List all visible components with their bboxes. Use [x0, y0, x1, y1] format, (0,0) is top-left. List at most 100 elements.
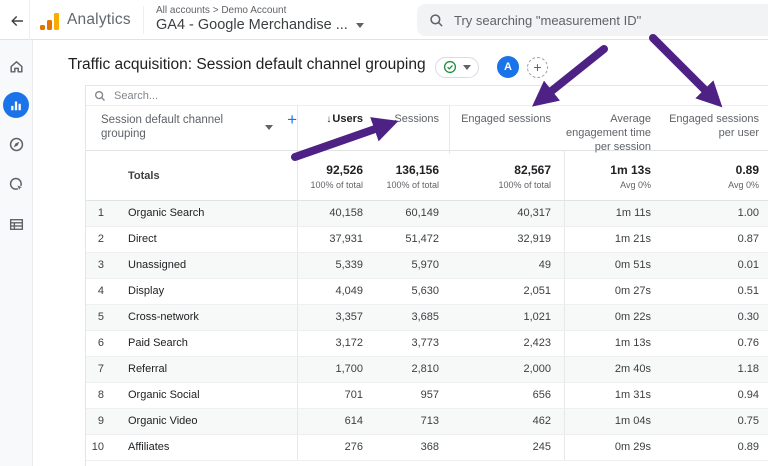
row-users: 701 [297, 383, 373, 408]
row-engaged-sessions: 2,000 [523, 363, 551, 375]
row-engaged-sessions: 462 [532, 415, 551, 427]
table-row[interactable]: 3 Unassigned 5,339 5,970 49 0m 51s 0.01 [86, 253, 768, 279]
report-content: Traffic acquisition: Session default cha… [33, 40, 768, 466]
table-row[interactable]: 9 Organic Video 614 713 462 1m 04s 0.75 [86, 409, 768, 435]
totals-sessions: 136,156 100% of total [386, 163, 439, 190]
row-sessions: 5,970 [411, 259, 439, 271]
check-circle-icon [443, 60, 457, 74]
add-comparison-button[interactable]: + [527, 56, 548, 78]
row-channel: Cross-network [128, 311, 199, 323]
row-engaged-sessions: 49 [538, 259, 551, 271]
row-rank: 4 [97, 285, 104, 297]
row-channel: Organic Search [128, 207, 205, 219]
row-rank: 10 [91, 441, 104, 453]
row-rank: 9 [97, 415, 104, 427]
row-channel: Organic Social [128, 389, 200, 401]
sidebar-item-advertising[interactable] [2, 170, 30, 198]
data-quality-badge[interactable] [435, 56, 479, 78]
column-header-engaged-sessions[interactable]: Engaged sessions [449, 106, 564, 154]
row-users: 3,357 [297, 305, 373, 330]
row-sessions: 3,685 [411, 311, 439, 323]
search-icon [94, 90, 105, 101]
explore-icon [9, 137, 23, 151]
search-icon [430, 13, 443, 27]
row-users: 4,049 [297, 279, 373, 304]
row-avg-engagement-time: 0m 51s [564, 253, 664, 278]
row-channel: Unassigned [128, 259, 187, 271]
row-rank: 7 [97, 363, 104, 375]
account-selector[interactable]: GA4 - Google Merchandise ... [156, 17, 364, 33]
advertising-icon [9, 177, 24, 192]
sidebar-item-home[interactable] [2, 52, 30, 80]
row-engaged-sessions: 40,317 [517, 207, 551, 219]
column-header-engaged-sessions-per-user[interactable]: Engaged sessions per user [664, 106, 768, 154]
row-users: 3,172 [297, 331, 373, 356]
analytics-logo-icon[interactable] [40, 13, 60, 30]
row-engaged-sessions-per-user: 0.76 [737, 337, 759, 349]
totals-row: Totals 92,526 100% of total 136,156 100%… [86, 151, 768, 201]
row-users: 5,339 [297, 253, 373, 278]
global-search-input[interactable] [454, 12, 714, 28]
row-users: 37,931 [297, 227, 373, 252]
page-title: Traffic acquisition: Session default cha… [68, 56, 426, 73]
row-avg-engagement-time: 1m 31s [564, 383, 664, 408]
totals-users: 92,526 100% of total [297, 151, 373, 200]
totals-avg-engagement-time: 1m 13s Avg 0% [564, 151, 664, 200]
add-dimension-button[interactable]: + [287, 111, 297, 128]
table-row[interactable]: 7 Referral 1,700 2,810 2,000 2m 40s 1.18 [86, 357, 768, 383]
column-header-users[interactable]: ↓Users [297, 106, 373, 154]
row-sessions: 957 [420, 389, 439, 401]
row-engaged-sessions-per-user: 1.00 [737, 207, 759, 219]
row-engaged-sessions-per-user: 0.94 [737, 389, 759, 401]
row-engaged-sessions-per-user: 0.01 [737, 259, 759, 271]
row-engaged-sessions: 1,021 [523, 311, 551, 323]
sidebar-item-explore[interactable] [2, 130, 30, 158]
row-rank: 8 [97, 389, 104, 401]
table-search-input[interactable] [114, 89, 314, 102]
row-avg-engagement-time: 0m 27s [564, 279, 664, 304]
column-header-sessions[interactable]: Sessions [373, 106, 449, 154]
chevron-down-icon [463, 64, 471, 70]
totals-label: Totals [128, 169, 160, 182]
row-engaged-sessions-per-user: 0.75 [737, 415, 759, 427]
table-row[interactable]: 1 Organic Search 40,158 60,149 40,317 1m… [86, 201, 768, 227]
row-channel: Affiliates [128, 441, 170, 453]
sort-descending-icon: ↓ [326, 114, 332, 125]
chevron-down-icon [355, 22, 364, 28]
row-rank: 3 [97, 259, 104, 271]
row-avg-engagement-time: 2m 40s [564, 357, 664, 382]
row-avg-engagement-time: 0m 22s [564, 305, 664, 330]
table-row[interactable]: 10 Affiliates 276 368 245 0m 29s 0.89 [86, 435, 768, 461]
table-search[interactable] [86, 86, 768, 106]
row-channel: Paid Search [128, 337, 188, 349]
sidebar-item-reports[interactable] [3, 92, 29, 118]
table-row[interactable]: 5 Cross-network 3,357 3,685 1,021 0m 22s… [86, 305, 768, 331]
totals-engaged-sessions-per-user: 0.89 Avg 0% [728, 163, 759, 190]
back-button[interactable] [6, 10, 28, 32]
row-engaged-sessions: 245 [532, 441, 551, 453]
row-engaged-sessions-per-user: 0.51 [737, 285, 759, 297]
report-header-controls: A + [435, 56, 548, 78]
dimension-header-label: Session default channel grouping [101, 114, 224, 140]
table-row[interactable]: 6 Paid Search 3,172 3,773 2,423 1m 13s 0… [86, 331, 768, 357]
breadcrumb: All accounts > Demo Account [156, 5, 287, 16]
row-engaged-sessions: 656 [532, 389, 551, 401]
table-body: 1 Organic Search 40,158 60,149 40,317 1m… [86, 201, 768, 461]
row-avg-engagement-time: 1m 11s [564, 201, 664, 226]
global-search[interactable] [417, 4, 768, 36]
sidebar-item-library[interactable] [2, 210, 30, 238]
row-sessions: 713 [420, 415, 439, 427]
row-users: 614 [297, 409, 373, 434]
table-row[interactable]: 4 Display 4,049 5,630 2,051 0m 27s 0.51 [86, 279, 768, 305]
library-icon [9, 218, 23, 230]
dimension-header-dropdown[interactable]: Session default channel grouping + [86, 106, 297, 154]
row-sessions: 3,773 [411, 337, 439, 349]
avatar[interactable]: A [497, 56, 519, 78]
table-row[interactable]: 2 Direct 37,931 51,472 32,919 1m 21s 0.8… [86, 227, 768, 253]
table-row[interactable]: 8 Organic Social 701 957 656 1m 31s 0.94 [86, 383, 768, 409]
ga4-application: Analytics All accounts > Demo Account GA… [0, 0, 768, 466]
account-divider [143, 6, 144, 34]
column-header-avg-engagement-time[interactable]: Average engagement time per session [564, 106, 664, 154]
row-sessions: 368 [420, 441, 439, 453]
row-rank: 2 [97, 233, 104, 245]
